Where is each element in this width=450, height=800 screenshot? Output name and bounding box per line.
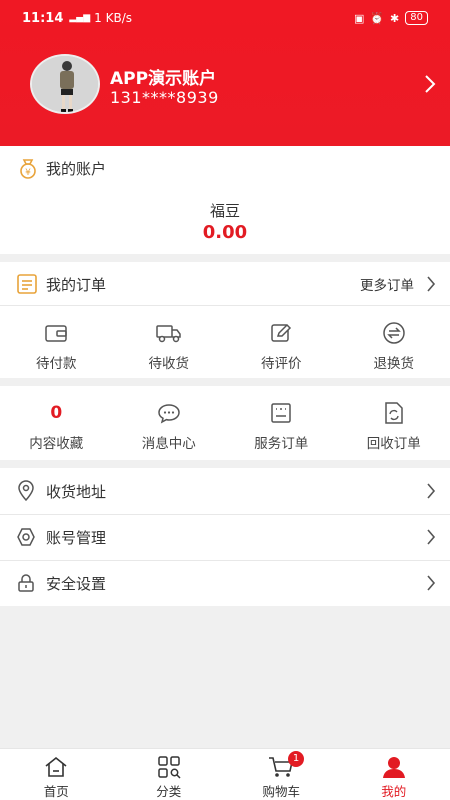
- chevron-right-icon: [427, 276, 436, 292]
- chevron-right-icon: [427, 529, 436, 545]
- menu-item-address[interactable]: 收货地址: [0, 469, 450, 513]
- tab-mine[interactable]: 我的: [338, 749, 450, 800]
- exchange-icon: [383, 322, 405, 344]
- service-label: 回收订单: [366, 436, 421, 452]
- order-status-grid: 待付款 待收货 待评价 退换货: [0, 320, 450, 372]
- gear-icon: [17, 528, 35, 546]
- tab-category[interactable]: 分类: [113, 749, 226, 800]
- battery-indicator: 80: [405, 11, 428, 25]
- profile-phone: 131****8939: [110, 88, 219, 107]
- signal-icon: ▂▄▆: [69, 13, 91, 23]
- order-status-label: 待收货: [148, 356, 190, 372]
- more-orders-link[interactable]: 更多订单: [360, 274, 414, 294]
- tab-label: 分类: [156, 784, 182, 799]
- user-icon: [382, 757, 405, 778]
- orders-title: 我的订单: [46, 275, 107, 294]
- profile-name: APP演示账户: [110, 69, 217, 89]
- nfc-icon: ▣: [353, 11, 365, 25]
- balance-label: 福豆: [209, 202, 240, 220]
- service-label: 消息中心: [141, 436, 196, 452]
- menu-item-label: 账号管理: [46, 528, 107, 547]
- location-icon: [18, 480, 34, 502]
- alarm-icon: ⏰: [370, 11, 385, 25]
- chevron-right-icon: [427, 483, 436, 499]
- menu-item-security[interactable]: 安全设置: [0, 561, 450, 605]
- status-time: 11:14: [22, 10, 64, 26]
- menu-item-account[interactable]: 账号管理: [0, 515, 450, 559]
- recycle-orders-entry[interactable]: 回收订单: [338, 400, 450, 452]
- net-speed: 1 KB/s: [94, 11, 133, 25]
- edit-icon: [271, 323, 292, 342]
- menu-item-label: 收货地址: [46, 482, 107, 501]
- status-bar: 11:14 ▂▄▆ 1 KB/s ▣ ⏰ ✱ 80: [0, 0, 450, 36]
- order-status-label: 待评价: [261, 356, 302, 372]
- delivery-truck-icon: [156, 325, 181, 343]
- tab-label: 首页: [43, 784, 69, 799]
- services-card: 0 内容收藏 消息中心 服务订单 回收订单: [0, 386, 450, 460]
- order-list-icon: [17, 274, 37, 294]
- bluetooth-icon: ✱: [390, 11, 400, 25]
- divider: [0, 305, 450, 306]
- home-icon: [45, 756, 67, 777]
- wallet-icon: [45, 325, 67, 342]
- order-status-pending-review[interactable]: 待评价: [225, 320, 338, 372]
- services-grid: 0 内容收藏 消息中心 服务订单 回收订单: [0, 400, 450, 452]
- order-status-label: 待付款: [36, 356, 77, 372]
- lock-icon: [18, 574, 34, 592]
- orders-header[interactable]: 我的订单 更多订单: [0, 262, 450, 306]
- tab-label: 我的: [381, 784, 407, 799]
- bottom-tab-bar: 首页 分类 1 购物车 我的: [0, 748, 450, 800]
- chevron-right-icon[interactable]: [424, 74, 436, 94]
- favorites-count: 0: [50, 403, 63, 423]
- tab-home[interactable]: 首页: [0, 749, 113, 800]
- service-label: 内容收藏: [29, 436, 84, 452]
- account-row: ¥ 我的账户: [0, 146, 450, 190]
- order-status-returns[interactable]: 退换货: [338, 320, 450, 372]
- service-label: 服务订单: [254, 436, 309, 452]
- avatar[interactable]: [30, 54, 100, 114]
- service-orders-entry[interactable]: 服务订单: [225, 400, 338, 452]
- tab-label: 购物车: [262, 784, 300, 799]
- cart-badge: 1: [288, 751, 304, 767]
- settings-menu: 收货地址 账号管理 安全设置: [0, 468, 450, 606]
- message-center-entry[interactable]: 消息中心: [113, 400, 226, 452]
- svg-text:¥: ¥: [25, 168, 31, 178]
- tab-cart[interactable]: 1 购物车: [225, 749, 338, 800]
- order-status-pending-receipt[interactable]: 待收货: [113, 320, 226, 372]
- order-status-label: 退换货: [373, 356, 415, 372]
- money-bag-icon: ¥: [20, 159, 36, 179]
- account-card: ¥ 我的账户 福豆 0.00: [0, 146, 450, 254]
- category-icon: [158, 756, 181, 779]
- orders-card: 我的订单 更多订单 待付款 待收货 待评价 退换货: [0, 262, 450, 378]
- favorites-entry[interactable]: 0 内容收藏: [0, 400, 113, 452]
- recycle-order-icon: [385, 402, 403, 424]
- service-order-icon: [271, 403, 291, 423]
- balance-value[interactable]: 0.00: [0, 222, 450, 243]
- profile-header: 11:14 ▂▄▆ 1 KB/s ▣ ⏰ ✱ 80 APP演示账户 131***…: [0, 0, 450, 146]
- order-status-pending-payment[interactable]: 待付款: [0, 320, 113, 372]
- menu-item-label: 安全设置: [46, 574, 107, 593]
- chevron-right-icon: [427, 575, 436, 591]
- chat-icon: [157, 404, 180, 424]
- account-title: 我的账户: [46, 159, 107, 178]
